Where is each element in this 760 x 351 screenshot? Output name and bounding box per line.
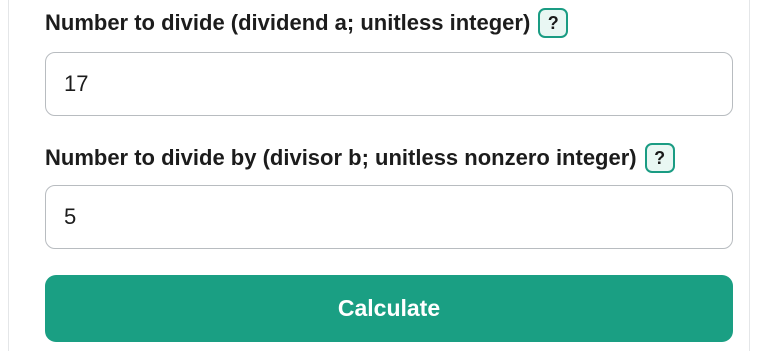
dividend-label-row: Number to divide (dividend a; unitless i… — [45, 8, 569, 38]
divisor-label: Number to divide by (divisor b; unitless… — [45, 145, 637, 170]
dividend-input[interactable] — [45, 52, 733, 116]
calculator-card: Number to divide (dividend a; unitless i… — [8, 0, 750, 351]
divisor-help-button[interactable]: ? — [644, 143, 675, 173]
dividend-help-button[interactable]: ? — [538, 8, 569, 38]
question-mark-icon: ? — [654, 147, 666, 168]
dividend-label: Number to divide (dividend a; unitless i… — [45, 10, 531, 35]
question-mark-icon: ? — [547, 12, 559, 33]
divisor-label-row: Number to divide by (divisor b; unitless… — [45, 143, 675, 173]
divisor-input[interactable] — [45, 185, 733, 249]
calculate-button[interactable]: Calculate — [45, 275, 733, 342]
calculate-button-label: Calculate — [337, 295, 441, 321]
